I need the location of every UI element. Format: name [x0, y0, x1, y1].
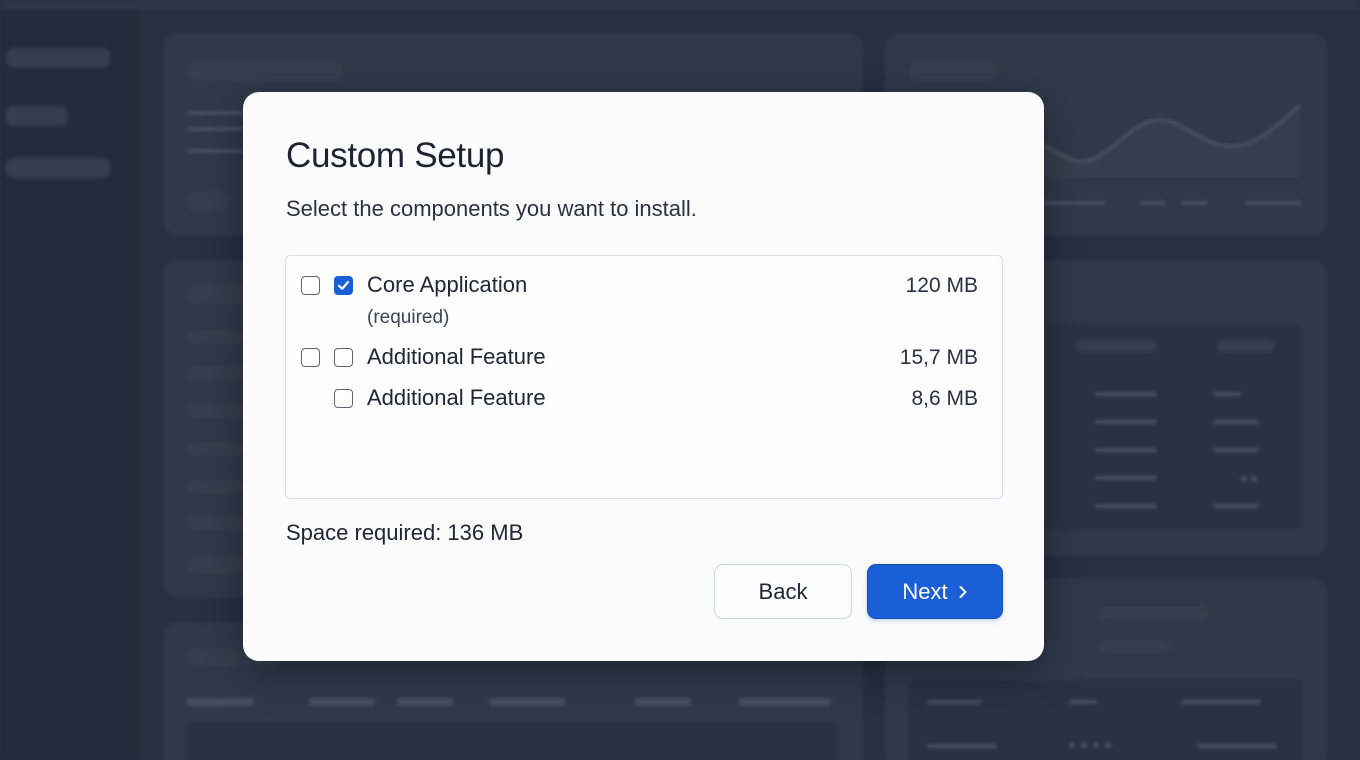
component-size: 8,6 MB — [911, 387, 978, 410]
component-size: 15,7 MB — [899, 346, 978, 369]
component-checkbox-additional-feature[interactable] — [334, 348, 353, 367]
component-group-checkbox[interactable] — [301, 276, 320, 295]
component-label-additional-feature[interactable]: Additional Feature — [367, 344, 546, 370]
next-button[interactable]: Next — [867, 564, 1003, 619]
checkmark-icon — [337, 280, 350, 290]
dialog-title: Custom Setup — [286, 136, 505, 175]
space-required-text: Space required: 136 MB — [286, 520, 524, 545]
back-button[interactable]: Back — [714, 564, 852, 619]
component-label-additional-feature[interactable]: Additional Feature — [367, 385, 546, 411]
next-button-label: Next — [902, 578, 948, 604]
component-required-note: (required) — [367, 307, 450, 328]
component-label-core-application[interactable]: Core Application — [367, 272, 527, 298]
background-sidebar — [0, 10, 140, 760]
component-group-checkbox[interactable] — [301, 348, 320, 367]
component-checkbox-core-application[interactable] — [334, 276, 353, 295]
background-topbar — [0, 0, 1360, 10]
component-size: 120 MB — [905, 274, 978, 297]
sidebar-placeholder — [6, 48, 110, 68]
dialog-subtitle: Select the components you want to instal… — [286, 196, 697, 221]
sidebar-placeholder — [6, 158, 110, 178]
sidebar-placeholder — [6, 106, 68, 126]
component-checkbox-additional-feature[interactable] — [334, 389, 353, 408]
custom-setup-dialog: Custom Setup Select the components you w… — [243, 92, 1044, 661]
chevron-right-icon — [958, 585, 968, 599]
back-button-label: Back — [758, 578, 808, 604]
component-list: Core Application (required) 120 MB Addit… — [285, 255, 1003, 499]
